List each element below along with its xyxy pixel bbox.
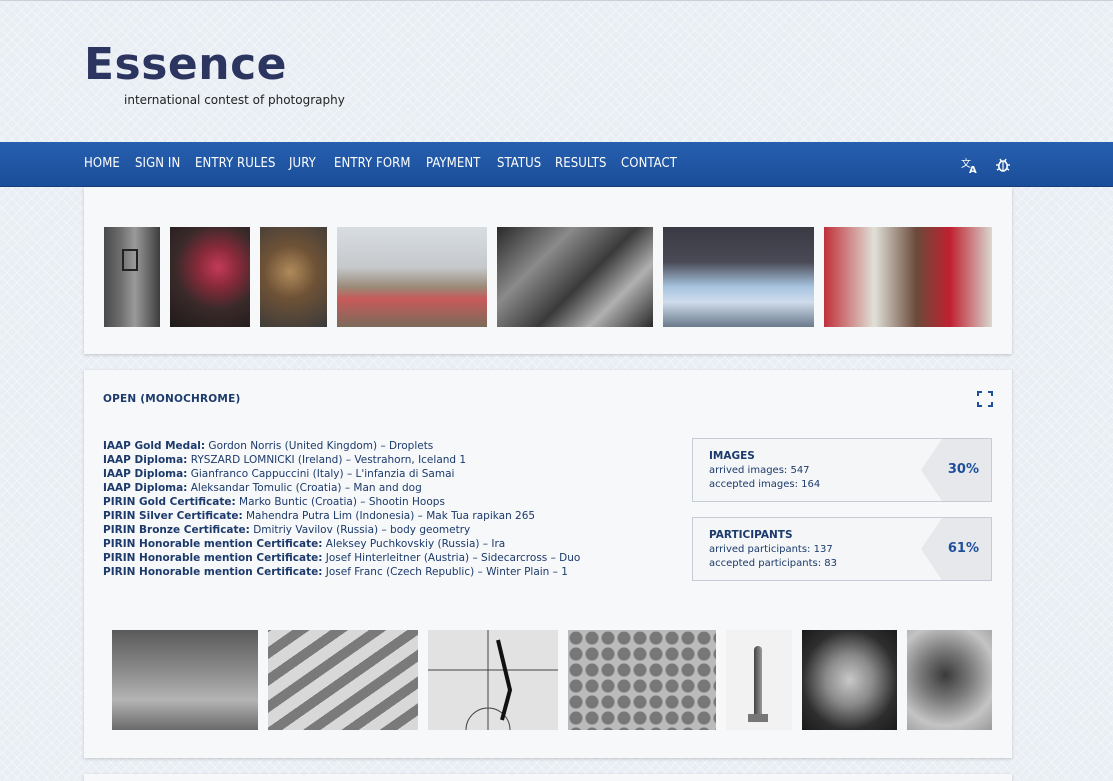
nav-entry-rules[interactable]: ENTRY RULES <box>195 156 276 171</box>
translate-icon[interactable]: 文 A <box>961 156 979 174</box>
award-item: PIRIN Honorable mention Certificate: Ale… <box>103 538 506 550</box>
award-item: IAAP Diploma: RYSZARD LOMNICKI (Ireland)… <box>103 454 467 466</box>
photo-sculpture[interactable] <box>726 630 792 730</box>
stat-arrived: arrived images: 547 <box>709 465 810 476</box>
award-item: PIRIN Honorable mention Certificate: Jos… <box>103 552 581 564</box>
photo-ballet[interactable] <box>663 227 814 327</box>
photo-crosswalk[interactable] <box>268 630 418 730</box>
site-tagline: international contest of photography <box>124 93 345 107</box>
award-item: PIRIN Gold Certificate: Marko Buntic (Cr… <box>103 496 445 508</box>
nav-home[interactable]: HOME <box>84 156 120 171</box>
award-item: PIRIN Honorable mention Certificate: Jos… <box>103 566 568 578</box>
photo-basketball-court[interactable] <box>428 630 558 730</box>
awards-list: IAAP Gold Medal: Gordon Norris (United K… <box>103 439 580 579</box>
photo-bowls-pattern[interactable] <box>568 630 716 730</box>
participants-stat-box: PARTICIPANTS arrived participants: 137 a… <box>692 517 992 581</box>
nav-payment[interactable]: PAYMENT <box>426 156 480 171</box>
photo-orchestra-monochrome[interactable] <box>497 227 653 327</box>
site-header: Essence international contest of photogr… <box>0 1 1113 142</box>
expand-icon[interactable] <box>977 391 993 407</box>
nav-jury[interactable]: JURY <box>289 156 316 171</box>
stat-title: PARTICIPANTS <box>709 529 793 541</box>
award-item: IAAP Diploma: Gianfranco Cappuccini (Ita… <box>103 468 455 480</box>
nav-entry-form[interactable]: ENTRY FORM <box>334 156 411 171</box>
award-item: IAAP Gold Medal: Gordon Norris (United K… <box>103 440 434 452</box>
award-item: PIRIN Silver Certificate: Mahendra Putra… <box>103 510 536 522</box>
category-title: OPEN (MONOCHROME) <box>103 393 241 405</box>
photo-village-crowd[interactable] <box>337 227 487 327</box>
nav-status[interactable]: STATUS <box>497 156 541 171</box>
stat-arrived: arrived participants: 137 <box>709 544 833 555</box>
stat-title: IMAGES <box>709 450 755 462</box>
photo-doorway-monochrome[interactable] <box>104 227 160 327</box>
photo-three-girls[interactable] <box>112 630 258 730</box>
bug-icon[interactable] <box>994 156 1012 174</box>
nav-sign-in[interactable]: SIGN IN <box>135 156 180 171</box>
svg-text:A: A <box>969 165 977 174</box>
award-item: PIRIN Bronze Certificate: Dmitriy Vavilo… <box>103 524 471 536</box>
stat-accepted: accepted participants: 83 <box>709 558 838 569</box>
stat-percent: 61% <box>947 541 979 556</box>
main-nav: HOME SIGN IN ENTRY RULES JURY ENTRY FORM… <box>0 142 1113 187</box>
site-logo[interactable]: Essence <box>84 39 287 90</box>
featured-gallery-card <box>84 187 1012 354</box>
photo-drummer-portrait[interactable] <box>260 227 327 327</box>
award-item: IAAP Diploma: Aleksandar Tomulic (Croati… <box>103 482 422 494</box>
photo-motocross[interactable] <box>907 630 992 730</box>
stat-accepted: accepted images: 164 <box>709 479 821 490</box>
photo-mirrored-face[interactable] <box>802 630 897 730</box>
photo-parade-drummer[interactable] <box>824 227 992 327</box>
category-card: OPEN (MONOCHROME) IAAP Gold Medal: Gordo… <box>84 370 1012 758</box>
nav-results[interactable]: RESULTS <box>555 156 607 171</box>
nav-contact[interactable]: CONTACT <box>621 156 677 171</box>
next-section-card <box>84 774 1012 781</box>
photo-dancers[interactable] <box>170 227 250 327</box>
stat-percent: 30% <box>947 462 979 477</box>
images-stat-box: IMAGES arrived images: 547 accepted imag… <box>692 438 992 502</box>
